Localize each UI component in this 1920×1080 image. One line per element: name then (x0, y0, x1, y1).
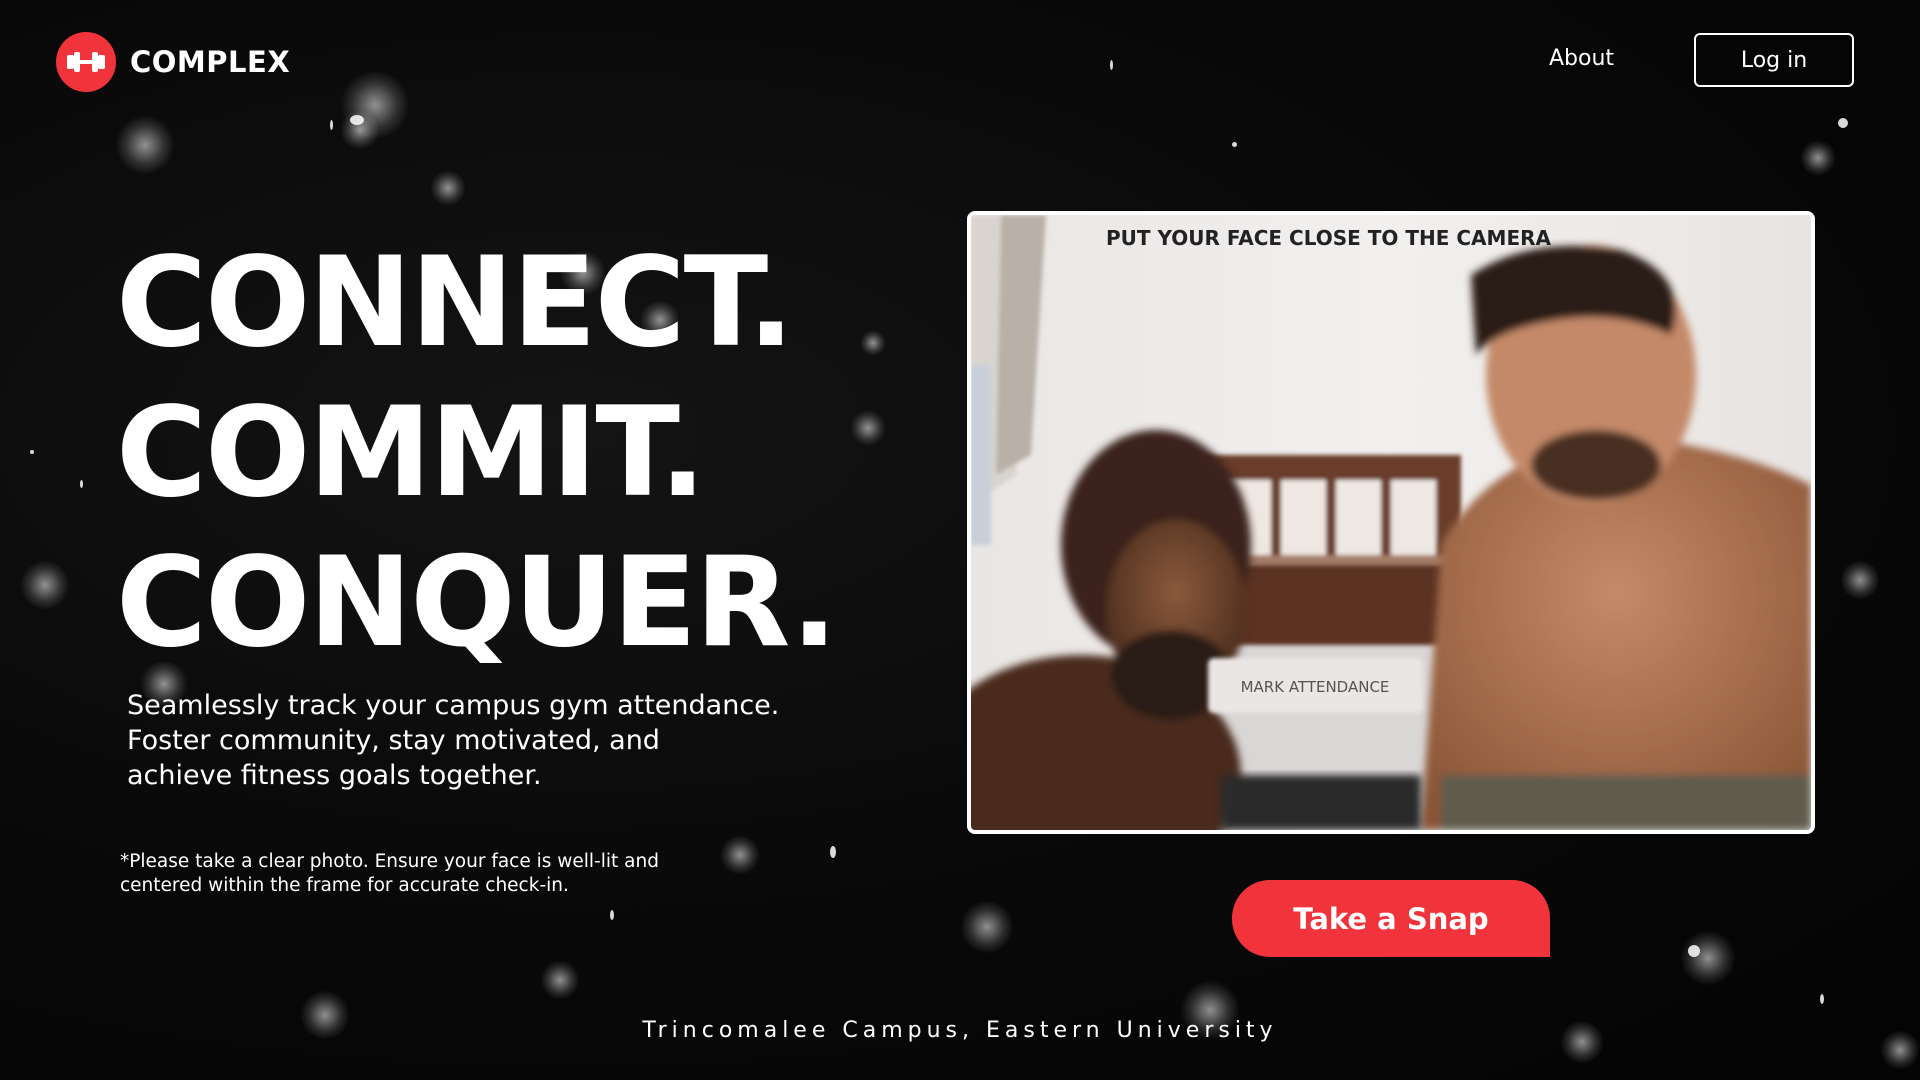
hero-headline: CONNECT. COMMIT. CONQUER. (116, 228, 838, 678)
camera-feed-image: PUT YOUR FACE CLOSE TO THE CAMERA MARK A… (971, 215, 1811, 830)
camera-overlay-text: PUT YOUR FACE CLOSE TO THE CAMERA (1106, 226, 1552, 250)
mark-attendance-overlay: MARK ATTENDANCE (1208, 658, 1423, 713)
tagline-line: Seamlessly track your campus gym attenda… (127, 690, 780, 721)
nav-about-link[interactable]: About (1549, 46, 1614, 71)
login-button[interactable]: Log in (1694, 33, 1854, 87)
instruction-line: centered within the frame for accurate c… (120, 875, 569, 896)
headline-line-connect: CONNECT. (116, 231, 795, 375)
take-snap-button[interactable]: Take a Snap (1232, 880, 1550, 957)
dumbbell-icon (56, 32, 116, 92)
tagline-line: Foster community, stay motivated, and (127, 725, 660, 756)
instruction-line: *Please take a clear photo. Ensure your … (120, 851, 659, 872)
camera-preview[interactable]: PUT YOUR FACE CLOSE TO THE CAMERA MARK A… (967, 211, 1815, 834)
hero-tagline: Seamlessly track your campus gym attenda… (127, 688, 847, 793)
mark-attendance-label: MARK ATTENDANCE (1241, 678, 1390, 696)
brand-name: COMPLEX (130, 45, 291, 79)
tagline-line: achieve fitness goals together. (127, 760, 542, 791)
landing-page: COMPLEX About Log in CONNECT. COMMIT. CO… (0, 0, 1920, 1080)
footer-location: Trincomalee Campus, Eastern University (642, 1018, 1278, 1043)
headline-line-conquer: CONQUER. (116, 531, 838, 675)
photo-instructions: *Please take a clear photo. Ensure your … (120, 850, 740, 898)
brand-logo[interactable]: COMPLEX (56, 32, 290, 92)
headline-line-commit: COMMIT. (116, 381, 706, 525)
